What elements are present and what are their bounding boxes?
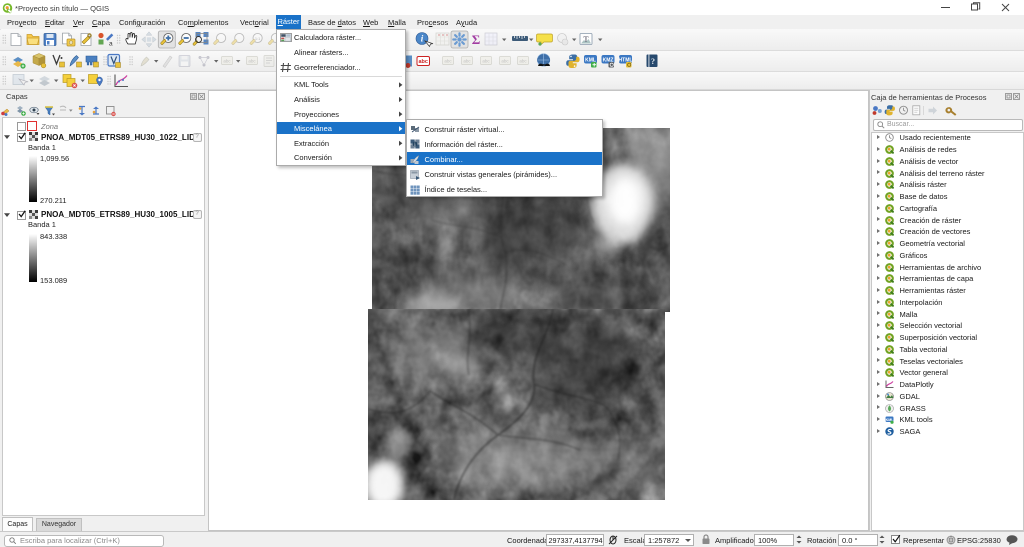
- svg-text:abc: abc: [444, 59, 452, 64]
- svg-text:abc: abc: [463, 59, 471, 64]
- svg-text:abc: abc: [418, 59, 427, 65]
- svg-text:abc: abc: [248, 59, 256, 64]
- svg-text:Σ: Σ: [472, 32, 481, 47]
- svg-text:a: a: [109, 41, 113, 48]
- svg-text:abc: abc: [501, 59, 509, 64]
- svg-text:abc: abc: [223, 59, 231, 64]
- svg-text:abc: abc: [519, 59, 527, 64]
- svg-text:?: ?: [651, 57, 655, 66]
- svg-text:1:1: 1:1: [255, 36, 261, 41]
- svg-text:abc: abc: [482, 59, 490, 64]
